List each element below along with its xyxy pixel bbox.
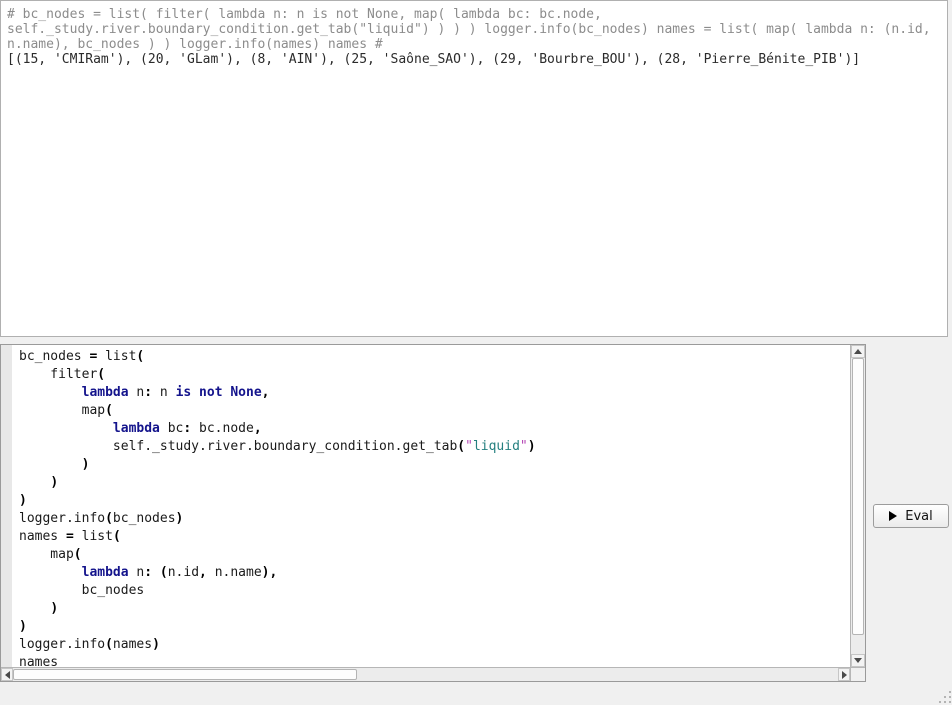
code-editor: bc_nodes = list( filter( lambda n: n is … — [0, 344, 866, 682]
log-line: [(15, 'CMIRam'), (20, 'GLam'), (8, 'AIN'… — [7, 52, 941, 67]
scroll-up-button[interactable] — [851, 345, 865, 358]
code-line: bc_nodes = list( — [19, 348, 850, 366]
code-line: ) — [19, 600, 850, 618]
code-line: names = list( — [19, 528, 850, 546]
code-line: filter( — [19, 366, 850, 384]
scrollbar-corner — [850, 667, 865, 681]
code-line: lambda n: (n.id, n.name), — [19, 564, 850, 582]
code-line: logger.info(names) — [19, 636, 850, 654]
log-output: # bc_nodes = list( filter( lambda n: n i… — [7, 7, 941, 67]
log-line: self._study.river.boundary_condition.get… — [7, 22, 941, 37]
scroll-down-button[interactable] — [851, 654, 865, 667]
scroll-up-icon — [854, 349, 862, 354]
code-line: lambda bc: bc.node, — [19, 420, 850, 438]
scroll-left-button[interactable] — [1, 668, 13, 681]
vertical-scrollbar-thumb[interactable] — [852, 358, 864, 635]
resize-grip-icon[interactable] — [938, 691, 951, 704]
scroll-right-icon — [842, 671, 847, 679]
scroll-left-icon — [5, 671, 10, 679]
code-line: ) — [19, 456, 850, 474]
code-line: ) — [19, 474, 850, 492]
log-line: n.name), bc_nodes ) ) logger.info(names)… — [7, 37, 941, 52]
code-line: bc_nodes — [19, 582, 850, 600]
play-icon — [889, 511, 897, 521]
code-line: ) — [19, 618, 850, 636]
app-window: { "log_pane": { "lines": [ {"style": "mu… — [0, 0, 952, 705]
code-area[interactable]: bc_nodes = list( filter( lambda n: n is … — [1, 345, 850, 667]
scroll-down-icon — [854, 658, 862, 663]
code-line: self._study.river.boundary_condition.get… — [19, 438, 850, 456]
code-line: map( — [19, 546, 850, 564]
code-line: lambda n: n is not None, — [19, 384, 850, 402]
scroll-right-button[interactable] — [838, 668, 850, 681]
horizontal-scrollbar[interactable] — [1, 667, 850, 681]
code-line: logger.info(bc_nodes) — [19, 510, 850, 528]
code-line: ) — [19, 492, 850, 510]
code-line: map( — [19, 402, 850, 420]
log-output-pane: # bc_nodes = list( filter( lambda n: n i… — [0, 0, 948, 337]
eval-button-label: Eval — [905, 509, 933, 524]
eval-button[interactable]: Eval — [873, 504, 949, 528]
horizontal-scrollbar-thumb[interactable] — [13, 669, 357, 680]
log-line: # bc_nodes = list( filter( lambda n: n i… — [7, 7, 941, 22]
vertical-scrollbar[interactable] — [850, 345, 865, 667]
code-line: names — [19, 654, 850, 667]
